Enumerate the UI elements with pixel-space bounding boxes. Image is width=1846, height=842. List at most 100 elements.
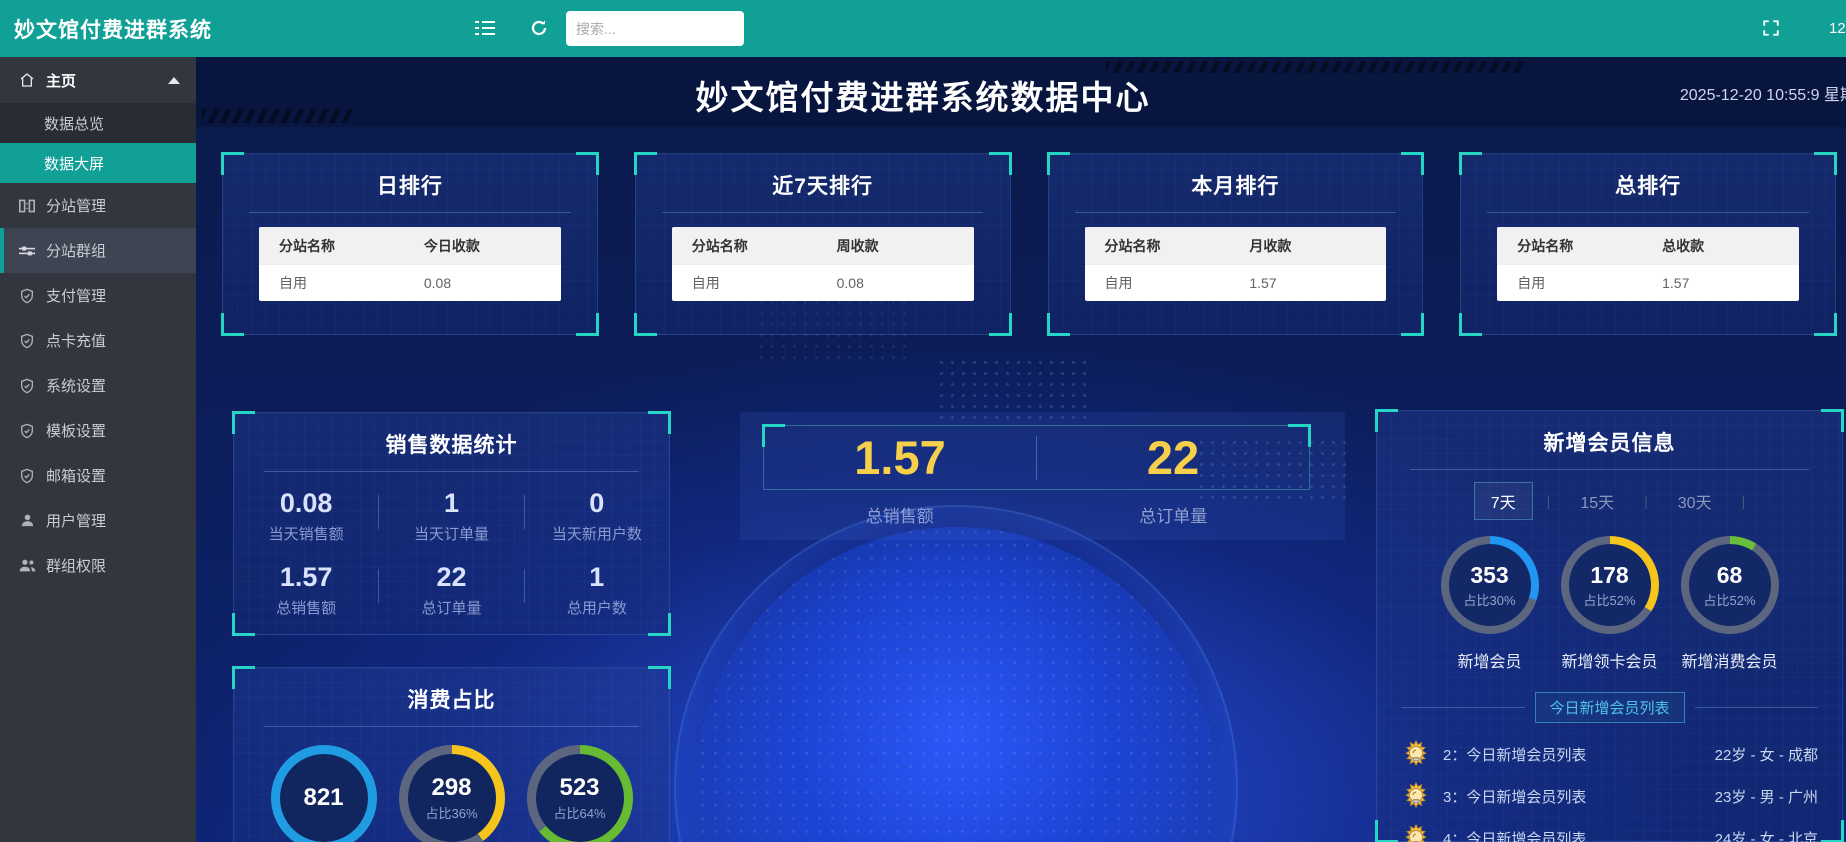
sidebar-item-substation-groups[interactable]: 分站群组 [0, 228, 196, 273]
member-label: 4：今日新增会员列表 [1443, 828, 1586, 842]
period-tabs: 7天 | 15天 | 30天 | [1377, 482, 1842, 520]
datetime: 2025-12-20 10:55:9 星期六 [1680, 81, 1846, 105]
app-window: 妙文馆付费进群系统 123 [0, 0, 1846, 842]
panel-title: 新增会员信息 [1377, 411, 1842, 457]
shield-check-icon [18, 333, 36, 349]
stat-value: 0.08 [234, 488, 378, 519]
sidebar-toggle-icon[interactable] [468, 11, 502, 45]
refresh-icon[interactable] [522, 11, 556, 45]
shield-check-icon [18, 288, 36, 304]
cell-amount: 1.57 [1235, 275, 1386, 291]
sidebar-item-label: 点卡充值 [46, 330, 106, 351]
tab-15days[interactable]: 15天 [1564, 483, 1630, 519]
stat-value: 1 [525, 562, 669, 593]
stat-label: 当天新用户数 [525, 523, 669, 544]
rank-table: 分站名称 周收款 自用 0.08 [672, 227, 974, 301]
rank-table: 分站名称 今日收款 自用 0.08 [259, 227, 561, 301]
fullscreen-icon[interactable] [1754, 11, 1788, 45]
member-meta: 24岁 - 女 - 北京 [1715, 828, 1818, 842]
stat-label: 总销售额 [234, 597, 378, 618]
sliders-icon [18, 244, 36, 258]
column-header: 分站名称 [259, 236, 410, 256]
list-item: 3：今日新增会员列表 23岁 - 男 - 广州 [1401, 775, 1818, 817]
member-list-header: 今日新增会员列表 [1401, 692, 1818, 723]
donut-value: 353 [1470, 562, 1508, 589]
sidebar-item-label: 系统设置 [46, 375, 106, 396]
stat-label: 总订单量 [379, 597, 523, 618]
shield-check-icon [18, 378, 36, 394]
donut-chart: 68 占比52% [1681, 536, 1779, 634]
stat-label: 当天订单量 [379, 523, 523, 544]
sidebar-item-label: 数据大屏 [44, 153, 104, 174]
tab-separator: | [1742, 493, 1746, 509]
sidebar-item-data-screen[interactable]: 数据大屏 [0, 143, 196, 183]
rank-table: 分站名称 月收款 自用 1.57 [1085, 227, 1387, 301]
member-meta: 22岁 - 女 - 成都 [1715, 744, 1818, 765]
sidebar-item-email-settings[interactable]: 邮箱设置 [0, 453, 196, 498]
donut-chart: 298 占比36% [399, 745, 505, 842]
cell-amount: 0.08 [823, 275, 974, 291]
sidebar-item-label: 用户管理 [46, 510, 106, 531]
card-title: 总排行 [1461, 154, 1835, 200]
donut-percent: 占比64% [553, 803, 605, 822]
dashboard: 妙文馆付费进群系统数据中心 2025-12-20 10:55:9 星期六 日排行… [196, 57, 1846, 842]
donut-percent: 占比30% [1463, 590, 1515, 609]
lightbulb-icon [1401, 823, 1431, 842]
tab-30days[interactable]: 30天 [1662, 483, 1728, 519]
stat-value: 1.57 [234, 562, 378, 593]
sidebar-item-user-manage[interactable]: 用户管理 [0, 498, 196, 543]
username[interactable]: 123 [1829, 0, 1846, 57]
home-icon [18, 72, 36, 88]
panel-title: 销售数据统计 [234, 413, 669, 459]
topbar: 妙文馆付费进群系统 123 [0, 0, 1846, 57]
sidebar-item-group-permissions[interactable]: 群组权限 [0, 543, 196, 588]
shield-check-icon [18, 423, 36, 439]
member-list: 2：今日新增会员列表 22岁 - 女 - 成都 3：今日新增会员列 [1401, 733, 1818, 842]
donut-value: 298 [431, 774, 471, 802]
rank-table: 分站名称 总收款 自用 1.57 [1497, 227, 1799, 301]
sidebar-item-label: 主页 [46, 70, 76, 91]
sidebar-item-data-overview[interactable]: 数据总览 [0, 103, 196, 143]
tab-7days[interactable]: 7天 [1474, 482, 1533, 520]
sidebar-item-system-settings[interactable]: 系统设置 [0, 363, 196, 408]
divider [264, 726, 638, 727]
donut-value: 523 [559, 774, 599, 802]
member-list-title[interactable]: 今日新增会员列表 [1535, 692, 1685, 723]
column-header: 总收款 [1648, 236, 1799, 256]
divider [1075, 212, 1396, 213]
donut-percent: 占比52% [1583, 590, 1635, 609]
card-title: 本月排行 [1049, 154, 1423, 200]
rank-cards-row: 日排行 分站名称 今日收款 自用 0.08 近7天排行 [222, 153, 1836, 335]
donut-row: 353 占比30% 178 占比52% 68 占比52% [1377, 536, 1842, 634]
card-title: 日排行 [223, 154, 597, 200]
column-header: 分站名称 [672, 236, 823, 256]
donut-chart: 353 占比30% [1441, 536, 1539, 634]
stat-value: 22 [379, 562, 523, 593]
cell-amount: 1.57 [1648, 275, 1799, 291]
sidebar-item-label: 分站管理 [46, 195, 106, 216]
lightbulb-icon [1401, 781, 1431, 811]
donut-value: 178 [1590, 562, 1628, 589]
total-sales-label: 总销售额 [763, 502, 1037, 527]
sidebar-item-label: 分站群组 [46, 240, 106, 261]
sidebar-item-home[interactable]: 主页 [0, 57, 196, 103]
column-header: 分站名称 [1085, 236, 1236, 256]
column-header: 周收款 [823, 236, 974, 256]
search-input[interactable] [576, 21, 734, 37]
donut-labels: 新增会员 新增领卡会员 新增消费会员 [1377, 648, 1842, 672]
donut-value: 821 [303, 784, 343, 812]
sidebar-item-template-settings[interactable]: 模板设置 [0, 408, 196, 453]
sidebar-item-payment-manage[interactable]: 支付管理 [0, 273, 196, 318]
divider [1695, 707, 1819, 708]
table-row: 自用 1.57 [1497, 264, 1799, 301]
sidebar-item-card-recharge[interactable]: 点卡充值 [0, 318, 196, 363]
list-item: 2：今日新增会员列表 22岁 - 女 - 成都 [1401, 733, 1818, 775]
sidebar-item-substation-manage[interactable]: 分站管理 [0, 183, 196, 228]
divider [662, 212, 983, 213]
donut-label: 新增领卡会员 [1561, 648, 1659, 672]
stat-value: 0 [525, 488, 669, 519]
rank-card-month: 本月排行 分站名称 月收款 自用 1.57 [1048, 153, 1424, 335]
users-icon [18, 558, 36, 573]
donut-row: 821 298 占比36% 523 占比64% [234, 745, 669, 842]
user-icon [18, 513, 36, 528]
